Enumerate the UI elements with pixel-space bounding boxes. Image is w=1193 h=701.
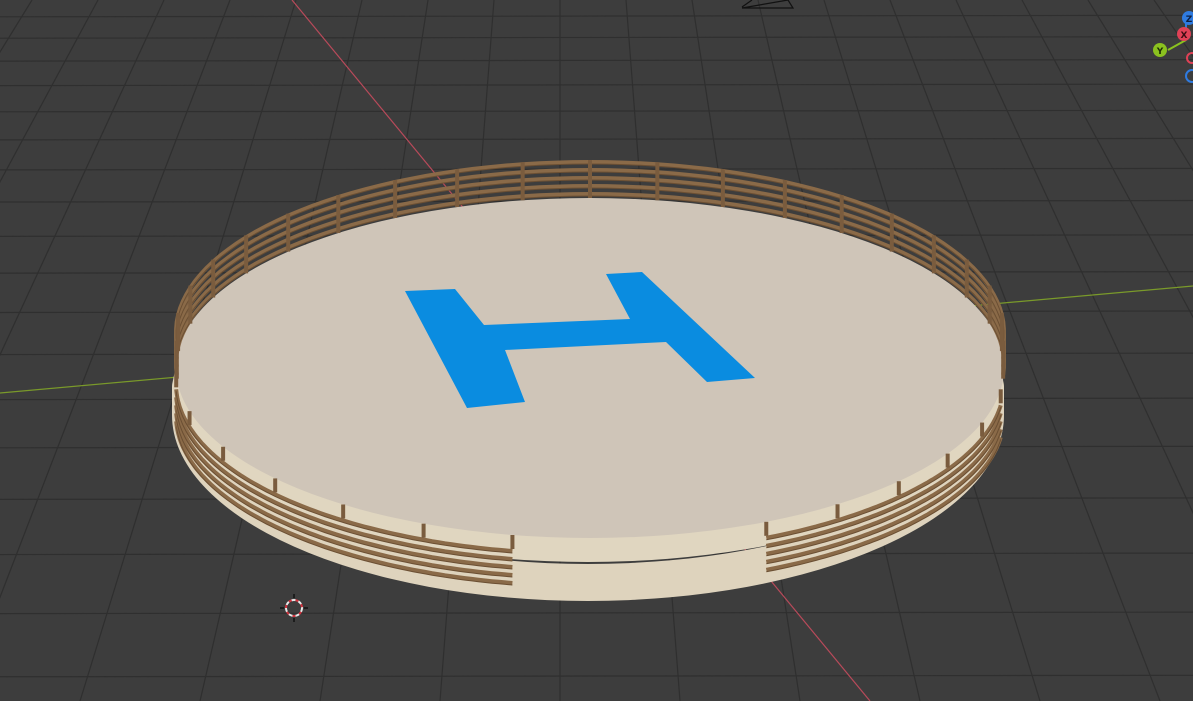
gizmo-axis-y[interactable]: Y [1153, 43, 1167, 57]
helipad-top [176, 198, 1004, 538]
3d-viewport[interactable]: H Z X [0, 0, 1193, 701]
gizmo-x-label: X [1181, 31, 1188, 41]
gizmo-axis-x[interactable]: X [1177, 27, 1191, 41]
gizmo-y-label: Y [1156, 47, 1164, 57]
gizmo-z-label: Z [1186, 15, 1193, 25]
viewport-canvas[interactable]: H Z X [0, 0, 1193, 701]
